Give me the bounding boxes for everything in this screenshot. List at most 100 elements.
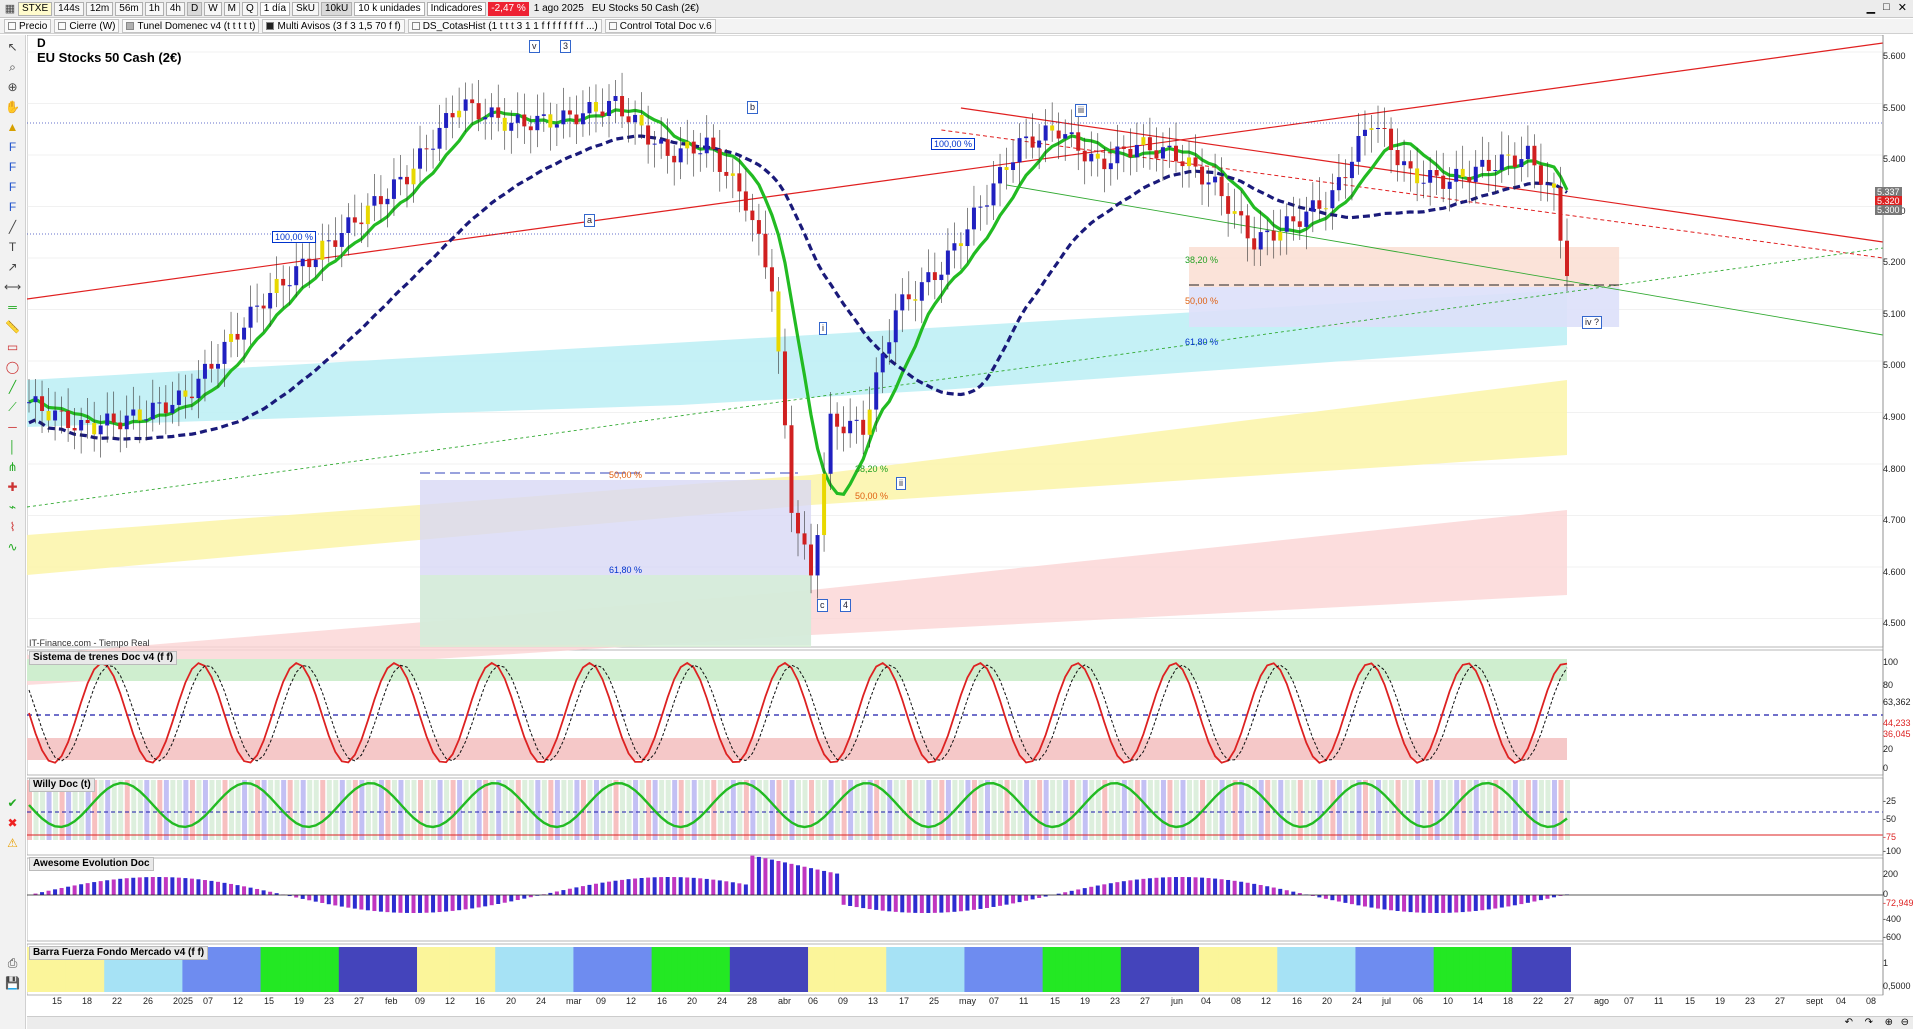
indicator-tab-cierre[interactable]: Cierre (W)	[54, 19, 120, 33]
willy-bar	[854, 780, 860, 840]
panel-title-awesome[interactable]: Awesome Evolution Doc	[29, 857, 154, 871]
ellipse-icon[interactable]: ◯	[4, 359, 21, 376]
wave-label-a[interactable]: a	[584, 214, 596, 227]
wave-label-v[interactable]: v	[529, 40, 540, 53]
candle-body	[85, 419, 90, 423]
indicator-tab-control-total[interactable]: Control Total Doc v.6	[604, 19, 716, 33]
maximize-icon[interactable]: □	[1883, 1, 1890, 14]
timeframe-144s[interactable]: 144s	[54, 1, 84, 16]
checkbox-icon[interactable]	[266, 22, 275, 30]
wave-label-b[interactable]: b	[747, 101, 759, 114]
arrow-icon[interactable]: ↗	[4, 259, 21, 276]
measure-icon[interactable]: ⟷	[4, 279, 21, 296]
fib-arc-icon[interactable]: F	[4, 199, 21, 216]
timeframe-56m[interactable]: 56m	[115, 1, 143, 16]
wave-label-iv[interactable]: iv ?	[1582, 316, 1603, 329]
panel-title-willy[interactable]: Willy Doc (t)	[29, 778, 95, 792]
line-icon[interactable]: ╱	[4, 219, 21, 236]
awesome-bar	[404, 895, 409, 913]
rectangle-icon[interactable]: ▭	[4, 339, 21, 356]
fib-icon[interactable]: F	[4, 139, 21, 156]
units-select[interactable]: 10 k unidades	[354, 1, 425, 16]
close-icon[interactable]: ✕	[1898, 1, 1907, 14]
flag-sku[interactable]: SkU	[292, 1, 319, 16]
timeframe-1h[interactable]: 1h	[144, 1, 164, 16]
text-icon[interactable]: T	[4, 239, 21, 256]
checkbox-icon[interactable]	[58, 22, 67, 30]
candle-body	[209, 363, 214, 369]
hand-icon[interactable]: ✋	[4, 99, 21, 116]
save-icon[interactable]: 💾	[4, 975, 21, 992]
panel-title-trenes[interactable]: Sistema de trenes Doc v4 (f f)	[29, 651, 178, 665]
checkbox-icon[interactable]	[126, 22, 135, 30]
fib-label[interactable]: 100,00 %	[272, 231, 317, 243]
timeframe-w[interactable]: W	[204, 1, 222, 16]
delete-icon[interactable]: ✖	[4, 815, 21, 832]
trend-line-icon[interactable]: ╱	[4, 379, 21, 396]
indicator-tab-cotashist[interactable]: DS_CotasHist (1 t t t 3 1 1 f f f f f f …	[407, 19, 602, 33]
checkbox-icon[interactable]	[608, 22, 617, 30]
zoom-icon[interactable]: ⌕	[4, 59, 21, 76]
redo-icon[interactable]: ↷	[1865, 1017, 1873, 1028]
grid-icon[interactable]: ▦	[4, 2, 16, 16]
interval-select[interactable]: 1 día	[259, 1, 291, 16]
wave-icon[interactable]: ∿	[4, 539, 21, 556]
awesome-bar	[1506, 895, 1511, 907]
willy-bar	[150, 780, 156, 840]
ruler-icon[interactable]: 📏	[4, 319, 21, 336]
cursor-icon[interactable]: ↖	[4, 39, 21, 56]
awesome-bar	[1389, 895, 1394, 911]
awesome-bar	[789, 863, 794, 895]
hline-icon[interactable]: ─	[4, 419, 21, 436]
indicators-menu[interactable]: Indicadores	[426, 1, 487, 16]
strength-bar	[1166, 947, 1174, 992]
polyline-icon[interactable]: ⌇	[4, 519, 21, 536]
warning-icon[interactable]: ⚠	[4, 835, 21, 852]
zoom-out-icon[interactable]: ⊖	[1901, 1017, 1909, 1028]
fib-label[interactable]: 100,00 %	[931, 138, 976, 150]
chart-canvas[interactable]	[27, 35, 1913, 1015]
vline-icon[interactable]: │	[4, 439, 21, 456]
cross-icon[interactable]: ✚	[4, 479, 21, 496]
indicator-tab-multi-avisos[interactable]: Multi Avisos (3 f 3 1,5 70 f f)	[262, 19, 405, 33]
checkbox-icon[interactable]	[411, 22, 420, 30]
checkbox-icon[interactable]	[8, 22, 16, 30]
path-icon[interactable]: ⌁	[4, 499, 21, 516]
awesome-bar	[848, 895, 853, 906]
willy-bar	[431, 780, 437, 840]
ray-icon[interactable]: ⟋	[4, 399, 21, 416]
wave-label-iii[interactable]: iii	[1075, 104, 1087, 117]
timeframe-m[interactable]: M	[223, 1, 240, 16]
undo-icon[interactable]: ↶	[1845, 1017, 1853, 1028]
panel-title-barra[interactable]: Barra Fuerza Fondo Mercado v4 (f f)	[29, 946, 209, 960]
strength-bar	[892, 947, 900, 992]
wave-label-3[interactable]: 3	[560, 40, 572, 53]
channel-icon[interactable]: ═	[4, 299, 21, 316]
fib-time-icon[interactable]: F	[4, 179, 21, 196]
wave-label-c[interactable]: c	[817, 599, 828, 612]
wave-label-ii[interactable]: ii	[896, 477, 906, 490]
symbol-selector[interactable]: STXE	[18, 1, 53, 16]
print-icon[interactable]: ⎙	[4, 955, 21, 972]
timeframe-4h[interactable]: 4h	[165, 1, 185, 16]
flag-10ku[interactable]: 10kU	[320, 1, 353, 16]
minimize-icon[interactable]: ▁	[1867, 1, 1875, 14]
checkmark-icon[interactable]: ✔	[4, 795, 21, 812]
indicator-tab-precio[interactable]: Precio	[4, 19, 52, 33]
zoom-area-icon[interactable]: ⊕	[4, 79, 21, 96]
zoom-in-icon[interactable]: ⊕	[1885, 1017, 1893, 1028]
strength-bar	[592, 947, 600, 992]
pitchfork-icon[interactable]: ⋔	[4, 459, 21, 476]
indicator-tab-tunel[interactable]: Tunel Domenec v4 (t t t t t)	[122, 19, 260, 33]
timeframe-12m[interactable]: 12m	[85, 1, 114, 16]
timeframe-q[interactable]: Q	[242, 1, 258, 16]
fib-ext-icon[interactable]: F	[4, 159, 21, 176]
timeframe-d[interactable]: D	[186, 1, 203, 16]
awesome-bar	[431, 895, 436, 913]
wave-label-i[interactable]: i	[819, 322, 827, 335]
alert-icon[interactable]: ▲	[4, 119, 21, 136]
awesome-bar	[1173, 877, 1178, 895]
wave-label-4[interactable]: 4	[840, 599, 852, 612]
awesome-bar	[1115, 882, 1120, 895]
candle-body	[1532, 145, 1537, 166]
